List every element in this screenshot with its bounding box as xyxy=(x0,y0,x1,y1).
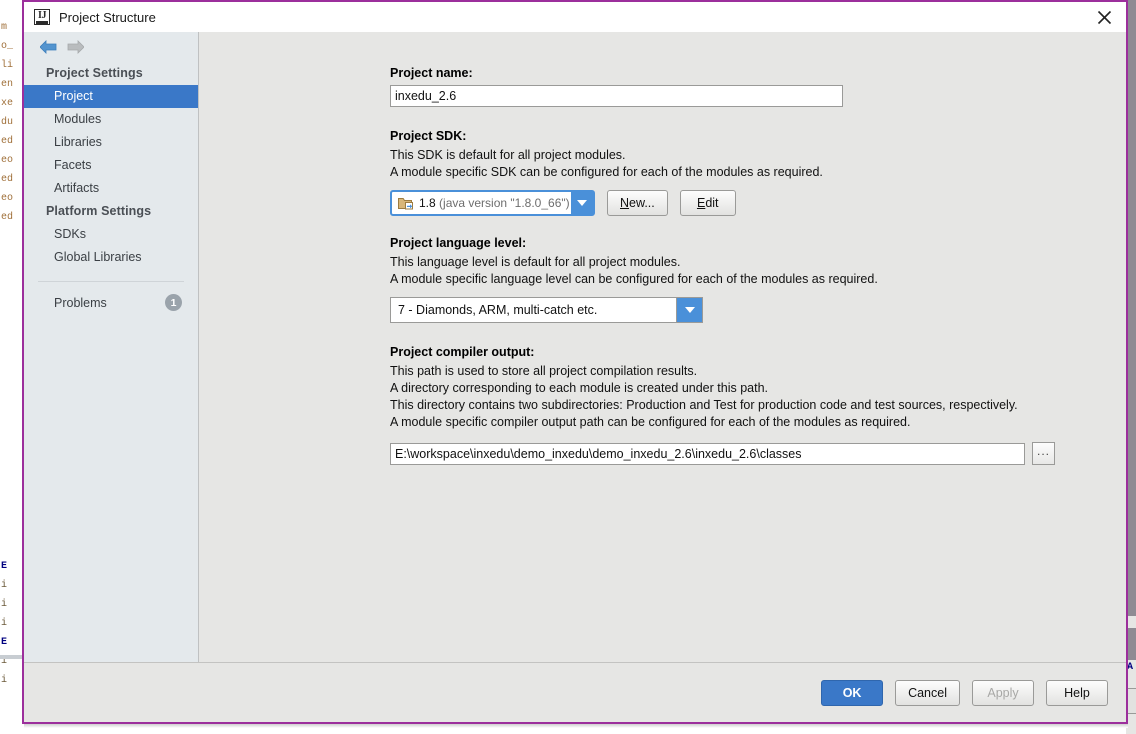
arrow-left-icon[interactable] xyxy=(40,40,57,54)
help-button[interactable]: Help xyxy=(1046,679,1108,706)
cancel-button[interactable]: Cancel xyxy=(895,679,960,706)
language-level-desc-1: This language level is default for all p… xyxy=(390,255,681,269)
sidebar-item-libraries[interactable]: Libraries xyxy=(24,131,198,154)
sidebar-item-modules[interactable]: Modules xyxy=(24,108,198,131)
sidebar-item-problems[interactable]: Problems 1 xyxy=(24,282,198,311)
section-language-level: Project language level: This language le… xyxy=(390,236,1126,323)
sidebar-item-facets[interactable]: Facets xyxy=(24,154,198,177)
navigation-toolbar xyxy=(24,32,198,62)
sidebar-item-problems-label: Problems xyxy=(54,295,107,310)
settings-content-project: Project name: inxedu_2.6 Project SDK: Th… xyxy=(199,32,1126,662)
project-sdk-version: 1.8 xyxy=(419,196,436,210)
sidebar-item-artifacts[interactable]: Artifacts xyxy=(24,177,198,200)
new-sdk-button-mnemonic: N xyxy=(620,196,630,210)
edit-sdk-button-mnemonic: E xyxy=(696,196,706,210)
language-level-selected-value: 7 - Diamonds, ARM, multi-catch etc. xyxy=(398,303,598,317)
project-sdk-desc-1: This SDK is default for all project modu… xyxy=(390,148,626,162)
new-sdk-button[interactable]: New... xyxy=(607,190,668,216)
project-name-input[interactable]: inxedu_2.6 xyxy=(390,85,843,107)
arrow-right-icon xyxy=(67,40,84,54)
sidebar-group-project-settings: Project Settings xyxy=(46,66,143,80)
section-project-name: Project name: inxedu_2.6 xyxy=(390,66,1126,107)
apply-button: Apply xyxy=(972,679,1034,706)
new-sdk-button-label: ew... xyxy=(629,196,655,210)
compiler-output-desc-3: This directory contains two subdirectori… xyxy=(390,398,1018,412)
chevron-down-icon[interactable] xyxy=(676,298,702,322)
project-sdk-combobox[interactable]: 1.8 (java version "1.8.0_66") xyxy=(390,190,595,216)
sidebar-group-platform-settings: Platform Settings xyxy=(46,204,152,218)
language-level-desc-2: A module specific language level can be … xyxy=(390,272,878,286)
language-level-label: Project language level: xyxy=(390,236,527,250)
dialog-drop-shadow xyxy=(24,724,1128,728)
project-sdk-version-note: (java version "1.8.0_66") xyxy=(439,196,570,210)
section-compiler-output: Project compiler output: This path is us… xyxy=(390,345,1126,465)
project-structure-dialog: IJ Project Structure Project Settings Pr… xyxy=(22,0,1128,724)
compiler-output-desc-1: This path is used to store all project c… xyxy=(390,364,698,378)
compiler-output-desc-4: A module specific compiler output path c… xyxy=(390,415,911,429)
project-sdk-label: Project SDK: xyxy=(390,129,467,143)
problems-count-badge: 1 xyxy=(165,294,182,311)
compiler-output-desc-2: A directory corresponding to each module… xyxy=(390,381,768,395)
sidebar-item-global-libraries[interactable]: Global Libraries xyxy=(24,246,198,269)
project-name-label: Project name: xyxy=(390,66,473,80)
sidebar-item-sdks[interactable]: SDKs xyxy=(24,223,198,246)
dialog-titlebar: IJ Project Structure xyxy=(24,2,1126,32)
ok-button[interactable]: OK xyxy=(821,679,884,706)
compiler-output-label: Project compiler output: xyxy=(390,345,535,359)
compiler-output-input[interactable]: E:\workspace\inxedu\demo_inxedu\demo_inx… xyxy=(390,442,1025,465)
project-sdk-desc-2: A module specific SDK can be configured … xyxy=(390,165,823,179)
close-icon[interactable] xyxy=(1082,2,1126,32)
ellipsis-browse-icon[interactable]: ... xyxy=(1032,442,1055,465)
edit-sdk-button[interactable]: Edit xyxy=(679,190,736,216)
ide-background-panel-divider xyxy=(0,655,22,659)
ide-background-editor-text: m o_ li en xe du ed eo ed eo ed E i i i … xyxy=(0,0,22,734)
intellij-idea-icon: IJ xyxy=(34,9,50,25)
sidebar-item-project[interactable]: Project xyxy=(24,85,198,108)
chevron-down-icon[interactable] xyxy=(571,192,593,214)
edit-sdk-button-label: dit xyxy=(705,196,719,210)
dialog-body: Project Settings Project Modules Librari… xyxy=(24,32,1126,662)
dialog-footer: OK Cancel Apply Help xyxy=(24,662,1126,722)
section-project-sdk: Project SDK: This SDK is default for all… xyxy=(390,129,1126,216)
settings-sidebar: Project Settings Project Modules Librari… xyxy=(24,32,199,662)
dialog-title: Project Structure xyxy=(59,9,156,25)
language-level-combobox[interactable]: 7 - Diamonds, ARM, multi-catch etc. xyxy=(390,297,703,323)
compiler-output-row: E:\workspace\inxedu\demo_inxedu\demo_inx… xyxy=(390,442,1126,465)
sdk-folder-icon xyxy=(398,196,414,210)
project-sdk-row: 1.8 (java version "1.8.0_66") New... Edi… xyxy=(390,190,1126,216)
project-sdk-selected-value: 1.8 (java version "1.8.0_66") xyxy=(419,196,570,210)
